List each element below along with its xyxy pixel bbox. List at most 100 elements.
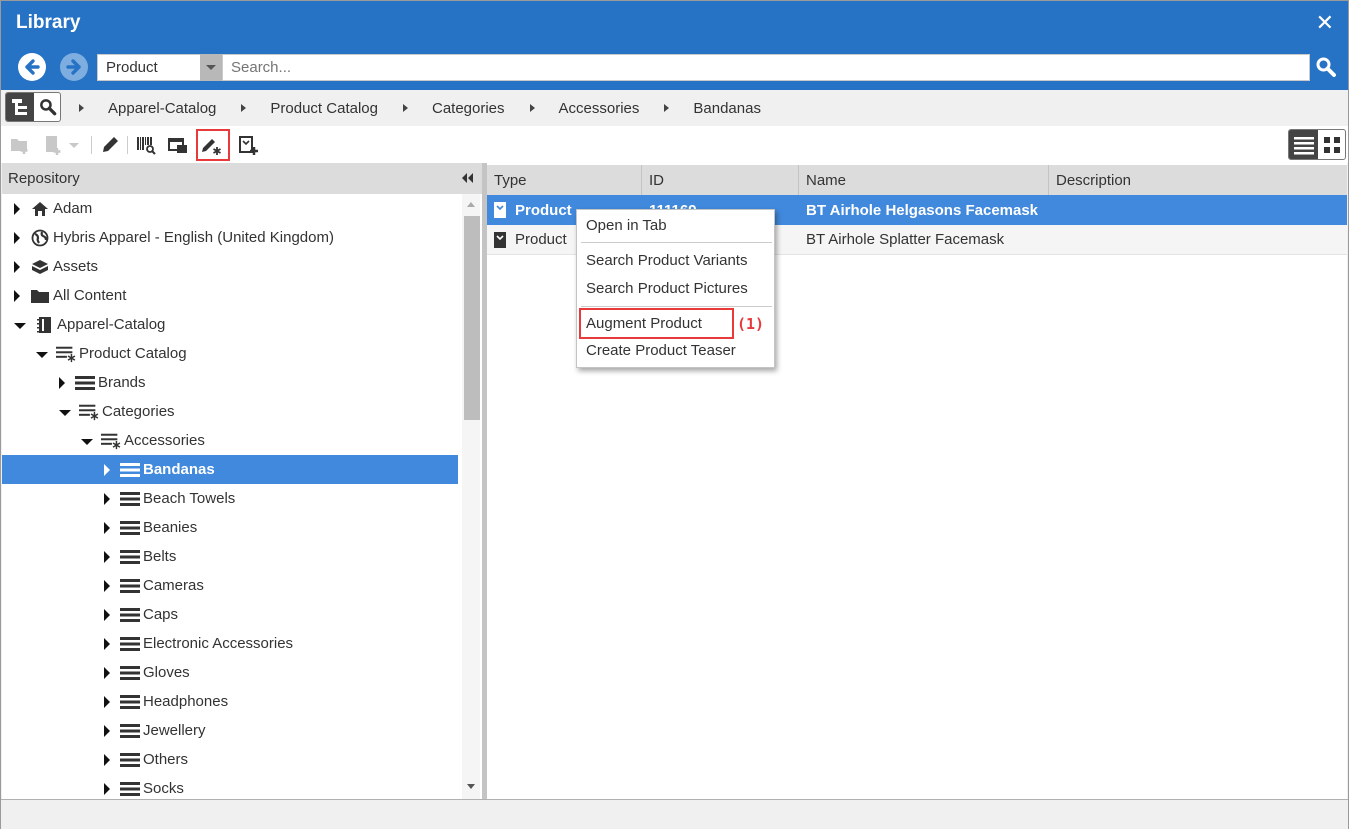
tree-item[interactable]: Categories xyxy=(2,397,458,426)
tree-item[interactable]: Socks xyxy=(2,774,458,799)
caret-right-icon[interactable] xyxy=(104,695,110,708)
tree-item[interactable]: Hybris Apparel - English (United Kingdom… xyxy=(2,223,458,252)
list-icon xyxy=(75,374,95,392)
search-icon xyxy=(1316,57,1336,77)
menu-separator xyxy=(581,306,772,307)
tree-item[interactable]: Adam xyxy=(2,194,458,223)
tree-item[interactable]: Apparel-Catalog xyxy=(2,310,458,339)
back-button[interactable] xyxy=(18,53,46,81)
column-header-type[interactable]: Type xyxy=(487,165,642,195)
arrow-left-icon xyxy=(25,59,40,75)
tree-item-label: Beach Towels xyxy=(143,490,236,507)
tree-item-label: Categories xyxy=(102,403,175,420)
caret-right-icon[interactable] xyxy=(104,666,110,679)
open-window-button[interactable] xyxy=(165,132,191,158)
tree-mode-button[interactable] xyxy=(6,93,34,121)
new-document-dropdown[interactable] xyxy=(63,132,85,158)
tree-item[interactable]: Beanies xyxy=(2,513,458,542)
menu-item-search-product-variants[interactable]: Search Product Variants xyxy=(586,252,747,269)
tree-item[interactable]: Assets xyxy=(2,252,458,281)
tree-item[interactable]: Caps xyxy=(2,600,458,629)
search-mode-button[interactable] xyxy=(34,93,60,121)
augment-highlight xyxy=(196,129,230,161)
search-type-dropdown[interactable] xyxy=(200,54,222,81)
menu-separator xyxy=(581,242,772,243)
caret-down-icon[interactable] xyxy=(36,351,48,358)
tree-item[interactable]: Beach Towels xyxy=(2,484,458,513)
column-header-id[interactable]: ID xyxy=(642,165,799,195)
grid-view-icon xyxy=(1324,136,1340,153)
menu-item-create-product-teaser[interactable]: Create Product Teaser xyxy=(586,342,736,359)
box-icon xyxy=(30,258,50,276)
scroll-up-icon[interactable] xyxy=(467,202,475,207)
column-header-description[interactable]: Description xyxy=(1049,165,1347,195)
double-chevron-left-icon xyxy=(462,173,473,183)
grid-view-button[interactable] xyxy=(1318,130,1345,159)
breadcrumb-item[interactable]: Categories xyxy=(432,100,505,117)
breadcrumb-item[interactable]: Product Catalog xyxy=(270,100,378,117)
tree-item-label: Product Catalog xyxy=(79,345,187,362)
scrollbar-thumb[interactable] xyxy=(464,216,480,420)
caret-down-icon[interactable] xyxy=(81,438,93,445)
column-header-name[interactable]: Name xyxy=(799,165,1049,195)
caret-right-icon[interactable] xyxy=(14,260,20,273)
edit-button[interactable] xyxy=(97,132,123,158)
tree-item[interactable]: Jewellery xyxy=(2,716,458,745)
list-view-button[interactable] xyxy=(1289,130,1318,159)
tree-item-label: Assets xyxy=(53,258,99,275)
tree-item[interactable]: All Content xyxy=(2,281,458,310)
toolbar-separator xyxy=(127,136,128,154)
chevron-right-icon xyxy=(79,104,84,112)
caret-down-icon[interactable] xyxy=(14,322,26,329)
tree-item-label: Others xyxy=(143,751,189,768)
caret-down-icon[interactable] xyxy=(59,409,71,416)
menu-item-open-in-tab[interactable]: Open in Tab xyxy=(586,217,667,234)
caret-right-icon[interactable] xyxy=(104,492,110,505)
caret-right-icon[interactable] xyxy=(14,202,20,215)
tree-scrollbar[interactable] xyxy=(462,194,480,799)
barcode-search-button[interactable] xyxy=(133,132,159,158)
breadcrumb-item[interactable]: Accessories xyxy=(559,100,640,117)
search-input[interactable] xyxy=(222,54,1310,81)
forward-button[interactable] xyxy=(60,53,88,81)
caret-right-icon[interactable] xyxy=(14,231,20,244)
tree-item[interactable]: Bandanas xyxy=(2,455,458,484)
tree-item[interactable]: Belts xyxy=(2,542,458,571)
caret-right-icon[interactable] xyxy=(104,579,110,592)
caret-right-icon[interactable] xyxy=(104,608,110,621)
folder-plus-icon xyxy=(11,139,28,154)
tree-item[interactable]: Electronic Accessories xyxy=(2,629,458,658)
list-view-icon xyxy=(1293,136,1314,154)
tree-item-label: Belts xyxy=(143,548,177,565)
document-plus-icon xyxy=(46,136,61,155)
search-button[interactable] xyxy=(1314,55,1338,79)
caret-right-icon[interactable] xyxy=(104,550,110,563)
new-folder-button[interactable] xyxy=(7,132,33,158)
close-icon[interactable]: ✕ xyxy=(1316,10,1334,36)
tree-item[interactable]: Headphones xyxy=(2,687,458,716)
tree-item[interactable]: Others xyxy=(2,745,458,774)
augment-product-highlight xyxy=(579,308,734,339)
caret-right-icon[interactable] xyxy=(104,782,110,795)
collapse-panel-button[interactable] xyxy=(461,171,475,189)
caret-right-icon[interactable] xyxy=(104,463,110,476)
scroll-down-icon[interactable] xyxy=(467,784,475,789)
category-star-icon xyxy=(79,403,99,421)
tree-item[interactable]: Cameras xyxy=(2,571,458,600)
breadcrumb-item[interactable]: Apparel-Catalog xyxy=(108,100,216,117)
tree-item-label: Hybris Apparel - English (United Kingdom… xyxy=(53,229,334,246)
caret-right-icon[interactable] xyxy=(104,724,110,737)
menu-item-search-product-pictures[interactable]: Search Product Pictures xyxy=(586,280,748,297)
create-teaser-button[interactable] xyxy=(235,132,261,158)
caret-right-icon[interactable] xyxy=(104,637,110,650)
tree-item[interactable]: Gloves xyxy=(2,658,458,687)
annotation-label: (1) xyxy=(737,315,765,333)
caret-right-icon[interactable] xyxy=(104,521,110,534)
tree-item[interactable]: Accessories xyxy=(2,426,458,455)
caret-right-icon[interactable] xyxy=(59,376,65,389)
caret-right-icon[interactable] xyxy=(14,289,20,302)
caret-right-icon[interactable] xyxy=(104,753,110,766)
breadcrumb-item[interactable]: Bandanas xyxy=(693,100,761,117)
tree-item[interactable]: Product Catalog xyxy=(2,339,458,368)
tree-item[interactable]: Brands xyxy=(2,368,458,397)
